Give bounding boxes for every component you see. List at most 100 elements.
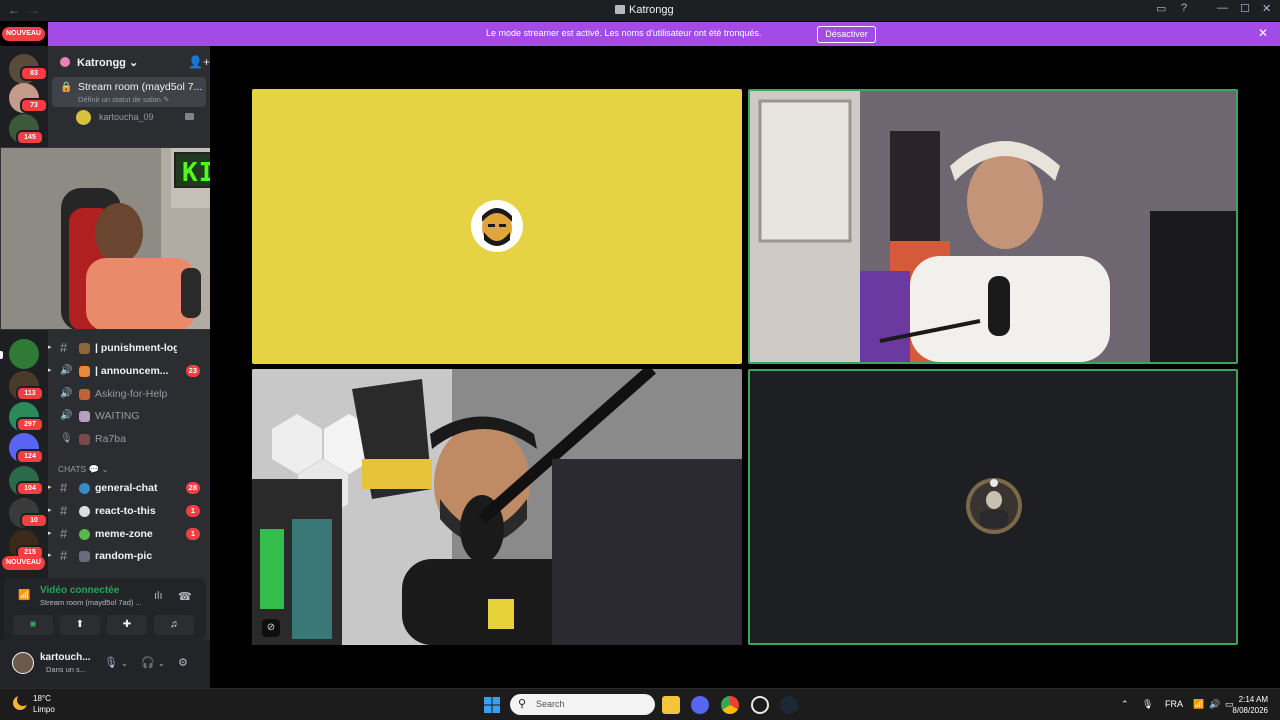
video-grid: ⊘	[210, 46, 1280, 688]
screen-share-button[interactable]: ⬆	[60, 615, 100, 635]
invite-icon[interactable]: 👤+	[188, 55, 210, 69]
voice-channel-name: Stream room (mayd5ol 7...	[78, 81, 203, 93]
obs-icon[interactable]	[751, 696, 769, 714]
collapse-arrow-icon: ▸	[48, 344, 52, 351]
discord-icon[interactable]	[691, 696, 709, 714]
webcam-scene	[750, 91, 1236, 362]
voice-user-name: kartoucha_09	[99, 112, 154, 122]
video-tile-speaking[interactable]	[748, 89, 1238, 364]
weather-moon-icon[interactable]	[12, 694, 29, 716]
video-tile-avatar-only[interactable]	[252, 89, 742, 364]
input-language[interactable]: FRA	[1165, 699, 1183, 709]
unread-pill	[0, 351, 3, 359]
user-avatar-icon	[966, 478, 1022, 534]
server-header[interactable]: Katrongg ⌄ 👤+	[48, 46, 210, 78]
camera-button[interactable]: ■	[13, 615, 53, 635]
video-tile-streamer[interactable]: ⊘	[252, 369, 742, 645]
taskbar-search[interactable]: ⚲ Search	[510, 694, 655, 715]
collapse-arrow-icon: ▸	[48, 484, 52, 491]
announcement-icon: 🔊	[60, 365, 73, 376]
channel-item[interactable]: 🔊 WAITING	[48, 406, 210, 426]
microphone-icon[interactable]: 🎙	[104, 656, 118, 669]
wifi-icon[interactable]: 📶	[1193, 699, 1204, 710]
channel-name: | punishment-log	[95, 342, 177, 354]
channel-name: general-chat	[95, 482, 158, 494]
user-panel: kartouch... Dans un s... 🎙 ⌄ 🎧 ⌄ ⚙	[0, 640, 210, 688]
volume-icon[interactable]: 🔊	[1209, 699, 1220, 710]
search-icon: ⚲	[518, 698, 527, 710]
channel-item[interactable]: ▸ # react-to-this 1	[48, 501, 210, 521]
title-bar: ← → Katrongg ▭ ? — ☐ ✕	[0, 0, 1280, 21]
collapse-arrow-icon: ▸	[48, 507, 52, 514]
system-clock[interactable]: 2:14 AM 8/08/2026	[1232, 694, 1268, 716]
camera-off-icon[interactable]: ⊘	[262, 619, 280, 637]
chrome-icon[interactable]	[721, 696, 739, 714]
frog-icon	[79, 529, 90, 540]
show-hidden-icons-chevron[interactable]: ⌃	[1121, 699, 1129, 710]
channel-item[interactable]: 🎙 Ra7ba	[48, 429, 210, 449]
streamer-mode-banner: Le mode streamer est activé. Les noms d'…	[48, 22, 1280, 46]
help-icon[interactable]: ?	[1181, 2, 1187, 14]
mention-badge: 1	[186, 505, 200, 517]
weather-condition: Limpo	[33, 705, 55, 714]
back-arrow-icon[interactable]: ←	[8, 3, 20, 17]
activities-button[interactable]: ✚	[107, 615, 147, 635]
voice-channel-icon: 🔊	[60, 410, 73, 421]
chevron-down-icon[interactable]: ⌄	[158, 659, 165, 668]
server-badge: 10	[20, 513, 48, 528]
mention-badge: 28	[185, 482, 200, 494]
channel-emoji-icon	[79, 389, 90, 400]
server-icon	[60, 57, 70, 67]
server-badge: 124	[16, 449, 44, 464]
minimize-button[interactable]: —	[1217, 2, 1228, 14]
voice-channel-active[interactable]: 🔒 Stream room (mayd5ol 7... Définir un s…	[52, 77, 206, 107]
steam-icon[interactable]	[780, 696, 798, 714]
server-badge: 113	[16, 386, 44, 401]
voice-status[interactable]: Vidéo connectée	[40, 585, 119, 596]
hash-icon: #	[60, 548, 68, 563]
channel-item[interactable]: ▸ 🔊 | announcem... 23	[48, 361, 210, 381]
noise-suppression-icon[interactable]: ılı	[154, 590, 163, 602]
inbox-icon[interactable]: ▭	[1156, 2, 1166, 15]
mention-badge: 1	[186, 528, 200, 540]
clock-time: 2:14 AM	[1238, 695, 1268, 704]
channel-name: Asking-for-Help	[95, 388, 168, 400]
forward-arrow-icon[interactable]: →	[28, 3, 40, 17]
close-banner-icon[interactable]: ✕	[1258, 26, 1268, 40]
channel-name: meme-zone	[95, 528, 153, 540]
close-window-button[interactable]: ✕	[1262, 2, 1271, 15]
voice-channel-status[interactable]: Définir un statut de salon ✎	[78, 95, 169, 104]
windows-start-icon[interactable]	[483, 696, 501, 714]
channel-name: WAITING	[95, 410, 140, 422]
settings-gear-icon[interactable]: ⚙	[178, 656, 188, 669]
collapse-arrow-icon: ▸	[48, 367, 52, 374]
stage-channel-icon: 🎙	[60, 433, 73, 444]
disable-streamer-mode-button[interactable]: Désactiver	[817, 26, 876, 43]
channel-item[interactable]: 🔊 Asking-for-Help	[48, 384, 210, 404]
server-badge: 73	[20, 98, 48, 113]
disconnect-icon[interactable]: ☎	[178, 590, 192, 603]
headphones-icon[interactable]: 🎧	[141, 656, 155, 669]
category-chats[interactable]: CHATS 💬 ⌄	[58, 464, 109, 475]
channel-item[interactable]: ▸ # random-pic	[48, 546, 210, 566]
file-explorer-icon[interactable]	[662, 696, 680, 714]
voice-user[interactable]: kartoucha_09	[76, 109, 206, 127]
voice-room-name[interactable]: Stream room (mayd5ol 7ad) ...	[40, 598, 142, 607]
user-name: kartouch...	[40, 652, 91, 663]
hash-icon: #	[60, 526, 68, 541]
taskbar: 18°C Limpo ⚲ Search ⌃ 🎙 FRA 📶 🔊 ▭ 2:14 A…	[0, 688, 1280, 720]
server-icon[interactable]	[9, 339, 39, 369]
chevron-down-icon[interactable]: ⌄	[121, 659, 128, 668]
channel-item[interactable]: ▸ # | punishment-log	[48, 338, 210, 358]
channel-emoji-icon	[79, 343, 90, 354]
microphone-tray-icon[interactable]: 🎙	[1142, 699, 1153, 710]
soundboard-button[interactable]: ♫	[154, 615, 194, 635]
maximize-button[interactable]: ☐	[1240, 2, 1250, 15]
channel-name: Ra7ba	[95, 433, 126, 445]
channel-item[interactable]: ▸ # meme-zone 1	[48, 524, 210, 544]
avatar[interactable]	[12, 652, 34, 674]
channel-item[interactable]: ▸ # general-chat 28	[48, 478, 210, 498]
image-icon	[79, 551, 90, 562]
channel-name: react-to-this	[95, 505, 156, 517]
video-tile-avatar-only[interactable]	[748, 369, 1238, 645]
